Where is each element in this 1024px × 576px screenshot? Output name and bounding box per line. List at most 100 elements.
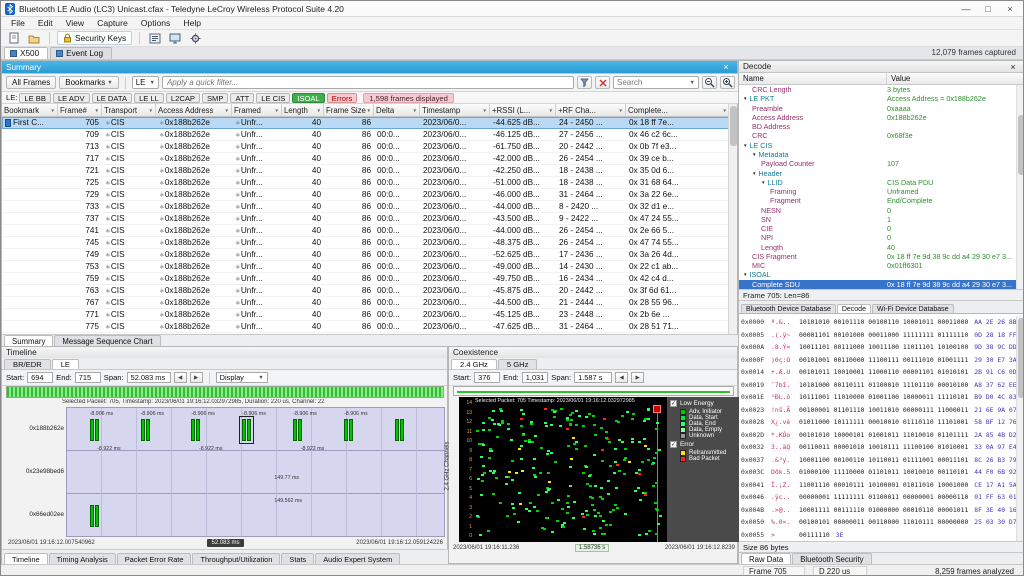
packet-dot[interactable]	[533, 474, 536, 476]
packet-dot[interactable]	[624, 513, 627, 515]
packet-dot[interactable]	[534, 476, 537, 478]
hex-row[interactable]: 0x00323..äQ00110011 00001010 10010111 11…	[741, 441, 1018, 454]
quick-filter-input[interactable]	[162, 76, 574, 89]
column-header-bookmark[interactable]: Bookmark▼	[2, 104, 58, 116]
packet-dot[interactable]	[643, 438, 646, 440]
table-row[interactable]: 713CIS0x188b262eUnfr...408600:0...2023/0…	[2, 141, 730, 153]
packet-bar[interactable]	[293, 419, 302, 441]
packet-dot[interactable]	[605, 431, 608, 433]
packet-dot[interactable]	[601, 498, 604, 500]
timeline-end-value[interactable]: 715	[75, 372, 101, 383]
decode-row-preamble[interactable]: Preamble0xaaaa	[739, 104, 1018, 113]
filter-dropdown-icon[interactable]: ▼	[275, 108, 279, 113]
packet-dot[interactable]	[553, 416, 556, 418]
column-header-rf-cha[interactable]: +RF Cha...▼	[556, 104, 626, 116]
packet-dot[interactable]	[476, 430, 479, 432]
packet-dot[interactable]	[659, 515, 662, 517]
packet-dot[interactable]	[607, 480, 610, 482]
menu-capture[interactable]: Capture	[91, 18, 134, 28]
packet-dot[interactable]	[532, 467, 535, 469]
decode-row-cis-fragment[interactable]: CIS Fragment0x 18 ff 7e 9d 38 9c dd a4 2…	[739, 252, 1018, 261]
packet-dot[interactable]	[569, 466, 572, 468]
packet-dot[interactable]	[594, 485, 597, 487]
decode-row-sn[interactable]: SN1	[739, 215, 1018, 224]
filter-dropdown-icon[interactable]: ▼	[367, 108, 371, 113]
packet-dot[interactable]	[560, 408, 563, 410]
transport-filter-combo[interactable]: LE▼	[132, 76, 159, 89]
packet-bar-selected[interactable]	[242, 419, 251, 441]
packet-dot[interactable]	[541, 527, 544, 529]
minimize-button[interactable]: —	[955, 4, 977, 14]
menu-file[interactable]: File	[5, 18, 31, 28]
packet-dot[interactable]	[559, 425, 562, 427]
packet-dot[interactable]	[638, 473, 641, 475]
packet-dot[interactable]	[477, 516, 480, 518]
packet-dot[interactable]	[632, 413, 635, 415]
decode-vertical-scrollbar[interactable]	[1016, 85, 1024, 289]
packet-dot[interactable]	[653, 457, 656, 459]
table-row[interactable]: 741CIS0x188b262eUnfr...408600:0...2023/0…	[2, 225, 730, 237]
decode-row-framing[interactable]: FramingUnframed	[739, 187, 1018, 196]
hex-row[interactable]: 0x001E¹ÐL.õ10111001 11010000 01001100 10…	[741, 391, 1018, 404]
packet-dot[interactable]	[567, 506, 570, 508]
protocol-tab-le-ll[interactable]: LE LL	[134, 93, 164, 103]
table-row[interactable]: 763CIS0x188b262eUnfr...408600:0...2023/0…	[2, 285, 730, 297]
decode-row-isoal[interactable]: ▼ISOAL	[739, 270, 1018, 279]
packet-dot[interactable]	[566, 417, 569, 419]
protocol-tab-le-adv[interactable]: LE ADV	[53, 93, 90, 103]
hex-row[interactable]: 0x004B.>@..10001111 00111110 01000000 00…	[741, 504, 1018, 517]
hex-row[interactable]: 0x0023!nš.Ã00100001 01101110 10011010 00…	[741, 404, 1018, 417]
packet-dot[interactable]	[644, 445, 647, 447]
clear-filter-icon[interactable]	[595, 76, 610, 89]
packet-dot[interactable]	[623, 473, 626, 475]
packet-dot[interactable]	[520, 418, 523, 420]
packet-dot[interactable]	[647, 409, 650, 411]
packet-dot[interactable]	[612, 509, 615, 511]
packet-dot[interactable]	[594, 515, 597, 517]
table-row[interactable]: 737CIS0x188b262eUnfr...408600:0...2023/0…	[2, 213, 730, 225]
packet-dot[interactable]	[609, 524, 612, 526]
packet-dot[interactable]	[634, 490, 637, 492]
table-row[interactable]: 745CIS0x188b262eUnfr...408600:0...2023/0…	[2, 237, 730, 249]
packet-dot[interactable]	[563, 522, 566, 524]
table-row[interactable]: 749CIS0x188b262eUnfr...408600:0...2023/0…	[2, 249, 730, 261]
packet-dot[interactable]	[638, 441, 641, 443]
packet-dot[interactable]	[647, 418, 650, 420]
packet-dot[interactable]	[544, 422, 547, 424]
timeline-mode-le[interactable]: LE	[52, 359, 79, 369]
coex-band-2-4-ghz[interactable]: 2.4 GHz	[451, 359, 497, 369]
packet-dot[interactable]	[656, 509, 659, 511]
packet-dot[interactable]	[637, 487, 640, 489]
hex-row[interactable]: 0x0000ª.&..10101010 00101110 00100110 10…	[741, 316, 1018, 329]
packet-dot[interactable]	[481, 474, 484, 476]
pan-left-button[interactable]: ◀	[615, 372, 628, 383]
packet-dot[interactable]	[631, 441, 634, 443]
packet-dot[interactable]	[652, 485, 655, 487]
packet-dot[interactable]	[518, 448, 521, 450]
decode-row-length[interactable]: Length40	[739, 243, 1018, 252]
packet-dot[interactable]	[511, 460, 514, 462]
packet-dot[interactable]	[616, 507, 619, 509]
packet-dot[interactable]	[553, 411, 556, 413]
packet-dot[interactable]	[520, 445, 523, 447]
packet-dot[interactable]	[586, 514, 589, 516]
packet-dot[interactable]	[496, 436, 499, 438]
packet-dot[interactable]	[507, 476, 510, 478]
decode-row-cie[interactable]: CIE0	[739, 224, 1018, 233]
packet-bar[interactable]	[191, 419, 200, 441]
packet-dot[interactable]	[482, 422, 485, 424]
packet-dot[interactable]	[614, 504, 617, 506]
packet-dot[interactable]	[489, 450, 492, 452]
packet-dot[interactable]	[626, 411, 629, 413]
packet-dot[interactable]	[593, 509, 596, 511]
coexistence-span-value[interactable]: 1.587 s	[574, 372, 612, 383]
packet-dot[interactable]	[520, 425, 523, 427]
packet-dot[interactable]	[614, 448, 617, 450]
packet-dot[interactable]	[623, 459, 626, 461]
menu-options[interactable]: Options	[135, 18, 177, 28]
packet-dot[interactable]	[499, 408, 502, 410]
packet-dot[interactable]	[521, 470, 524, 472]
packet-dot[interactable]	[618, 470, 621, 472]
packet-dot[interactable]	[582, 472, 585, 474]
protocol-tab-att[interactable]: ATT	[230, 93, 254, 103]
